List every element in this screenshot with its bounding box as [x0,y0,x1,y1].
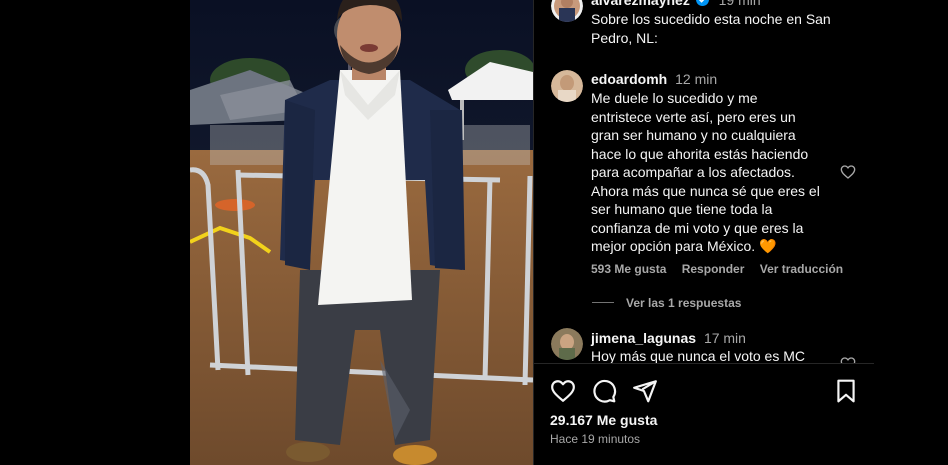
comments-list[interactable]: alvarezmaynez 19 min Sobre los sucedido … [534,0,874,363]
comment-text-line: ser humano que tiene toda la [591,201,773,217]
author-avatar[interactable] [551,0,583,22]
comment-icon[interactable] [591,378,617,404]
share-icon[interactable] [632,378,658,404]
author-username[interactable]: alvarezmaynez [591,0,690,8]
comment-text-line: Ahora más que nunca sé que eres el [591,182,820,199]
comment-time: 17 min [703,330,746,346]
commenter-username[interactable]: jimena_lagunas [591,330,696,346]
post-actions-bar: 29.167 Me gusta Hace 19 minutos [534,363,874,465]
comment-time: 12 min [675,71,718,87]
comment-text-line: Me duele lo sucedido y me [591,90,758,106]
reply-button[interactable]: Responder [682,262,745,276]
view-replies-link[interactable]: Ver las 1 respuestas [626,296,741,310]
comment-likes-link[interactable]: 593 Me gusta [591,262,666,276]
caption-line: Pedro, NL: [591,30,658,46]
bookmark-icon[interactable] [833,378,859,404]
post-likes-count[interactable]: 29.167 Me gusta [550,412,657,428]
comment-like-heart-icon[interactable] [840,164,856,180]
caption-line: Sobre los sucedido esta noche en San [591,11,831,27]
translate-link[interactable]: Ver traducción [760,262,843,276]
comment-text-line: entristece verte así, pero eres un [591,108,796,125]
caption-header: alvarezmaynez 19 min [591,0,761,9]
comment-text-line: para acompañar a los afectados. [591,164,795,180]
commenter-username[interactable]: edoardomh [591,71,667,87]
comment-header: edoardomh 12 min [591,70,717,88]
comment-text-line: mejor opción para México. 🧡 [591,238,777,254]
like-heart-icon[interactable] [550,378,576,404]
verified-badge-icon [695,0,709,6]
replies-divider [592,302,614,303]
comment-meta: 593 Me gusta Responder Ver traducción [591,262,855,276]
page-backdrop-left [0,0,190,465]
video-frame-image [190,0,533,465]
comments-panel: alvarezmaynez 19 min Sobre los sucedido … [533,0,874,465]
post-media-video[interactable] [190,0,533,465]
author-time: 19 min [718,0,761,8]
page-backdrop-right [874,0,948,465]
comment-text-line: Hoy más que nunca el voto es MC [591,348,805,363]
commenter-avatar-image [551,328,583,360]
author-avatar-image [551,0,583,22]
commenter-avatar-image [551,70,583,102]
comment-text-line: gran ser humano y no cualquiera [591,127,796,143]
post-timestamp: Hace 19 minutos [550,432,641,446]
comment-like-heart-icon[interactable] [840,356,856,363]
commenter-avatar[interactable] [551,328,583,360]
comment-text-line: hace lo que ahorita estás haciendo [591,145,809,162]
comment-header: jimena_lagunas 17 min [591,329,746,347]
commenter-avatar[interactable] [551,70,583,102]
comment-text-line: confianza de mi voto y que eres la [591,219,804,236]
